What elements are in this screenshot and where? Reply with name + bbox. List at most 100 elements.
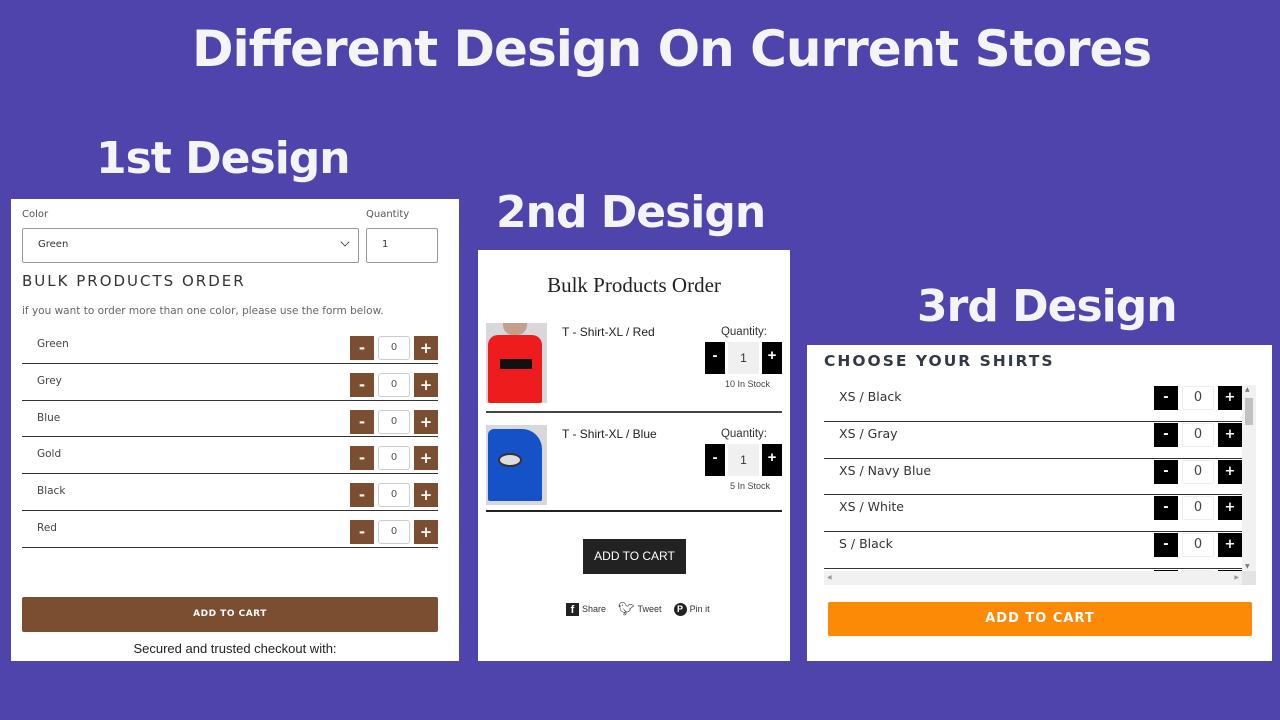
product-name: T - Shirt-XL / Blue [562,427,657,441]
increment-button[interactable]: + [762,444,782,476]
design3-heading: 3rd Design [917,281,1178,332]
shirt-print [498,453,522,467]
quantity-stepper: - 0 + [1154,459,1242,484]
shirt-print [500,359,532,369]
decrement-button[interactable]: - [350,372,374,397]
quantity-stepper: - 0 + [1154,422,1242,447]
quantity-stepper: - 0 + [350,372,438,397]
decrement-button[interactable]: - [350,336,374,360]
red-shirt-icon [488,335,542,403]
bulk-order-title: Bulk Products Order [547,273,721,297]
quantity-field[interactable]: 0 [1182,386,1214,410]
increment-button[interactable]: + [414,446,438,471]
increment-button[interactable]: + [414,519,438,544]
decrement-button[interactable]: - [1154,386,1178,410]
product-image[interactable] [486,323,547,403]
scrollbar-thumb[interactable] [1245,398,1253,425]
list-item: Green - 0 + [22,327,438,364]
quantity-stepper: - 1 + [705,342,782,374]
quantity-field[interactable]: 0 [378,446,410,471]
tweet-button[interactable]: 🐦︎ Tweet [618,601,662,617]
quantity-field[interactable]: 0 [1182,533,1214,558]
increment-button[interactable]: + [414,336,438,360]
share-button[interactable]: f Share [566,602,606,616]
decrement-button[interactable]: - [1154,496,1178,521]
design3-panel: CHOOSE YOUR SHIRTS XS / Black - 0 + XS /… [807,345,1272,661]
variant-name: XS / Black [839,389,902,404]
decrement-button[interactable]: - [1154,459,1178,484]
increment-button[interactable]: + [1218,422,1242,447]
scroll-left-icon[interactable]: ◀ [827,574,832,581]
add-to-cart-button[interactable]: ADD TO CART [22,597,438,632]
color-name: Black [37,485,66,498]
quantity-stepper: - 0 + [350,483,438,508]
decrement-button[interactable]: - [350,409,374,434]
variant-name: XS / White [839,499,905,515]
quantity-field[interactable]: 0 [378,336,410,360]
quantity-field[interactable]: 0 [1182,496,1214,521]
choose-shirts-title: CHOOSE YOUR SHIRTS [824,352,1055,370]
increment-button[interactable]: + [414,483,438,508]
quantity-field[interactable]: 0 [378,519,410,544]
quantity-field[interactable]: 1 [728,342,759,374]
quantity-input[interactable]: 1 [366,228,438,263]
social-share: f Share 🐦︎ Tweet P Pin it [566,601,710,617]
quantity-field[interactable]: 1 [728,444,759,476]
quantity-label: Quantity [366,209,410,220]
design2-heading: 2nd Design [496,187,766,238]
increment-button[interactable]: + [1218,533,1242,558]
scroll-right-icon[interactable]: ▶ [1234,574,1239,581]
list-item: XS / Navy Blue - 0 + [824,459,1242,496]
decrement-button[interactable]: - [1154,533,1178,558]
increment-button[interactable]: + [414,372,438,397]
product-item: T - Shirt-XL / Red Quantity: - 1 + 10 In… [486,323,782,413]
list-item: S / Black - 0 + [824,532,1242,569]
design1-heading: 1st Design [96,133,351,184]
shirt-list-scroll[interactable]: XS / Black - 0 + XS / Gray - 0 + XS / Na… [824,385,1256,585]
quantity-stepper: - 0 + [350,446,438,471]
quantity-stepper: - 0 + [1154,496,1242,521]
blue-shirt-icon [488,429,542,501]
add-to-cart-button[interactable]: ADD TO CART [828,602,1252,636]
color-name: Red [37,521,57,534]
facebook-icon: f [566,602,579,616]
increment-button[interactable]: + [1218,496,1242,521]
quantity-field[interactable]: 0 [378,372,410,397]
decrement-button[interactable]: - [705,342,725,374]
color-name: Blue [37,411,61,424]
decrement-button[interactable]: - [705,444,725,476]
pin-button[interactable]: P Pin it [673,602,710,616]
quantity-field[interactable]: 0 [378,483,410,508]
decrement-button[interactable]: - [350,519,374,544]
decrement-button[interactable]: - [350,483,374,508]
quantity-stepper: - 0 + [350,409,438,434]
quantity-field[interactable]: 0 [378,409,410,434]
chevron-down-icon [340,237,350,247]
quantity-stepper: - 1 + [705,444,782,476]
add-to-cart-button[interactable]: ADD TO CART [583,539,686,574]
variant-name: S / Black [839,536,893,552]
quantity-field[interactable]: 0 [1182,422,1214,447]
increment-button[interactable]: + [1218,386,1242,410]
increment-button[interactable]: + [414,409,438,434]
scroll-up-icon[interactable]: ▲ [1245,386,1250,393]
product-image[interactable] [486,425,547,505]
decrement-button[interactable]: - [350,446,374,471]
color-label: Color [22,209,49,220]
decrement-button[interactable]: - [1154,422,1178,447]
bulk-order-hint: if you want to order more than one color… [22,305,384,317]
increment-button[interactable]: + [1218,459,1242,484]
list-item: Blue - 0 + [22,401,438,438]
list-item: Gold - 0 + [22,437,438,475]
increment-button[interactable]: + [762,342,782,374]
horizontal-scrollbar[interactable]: ◀ ▶ [824,571,1242,585]
vertical-scrollbar[interactable]: ▲ ▼ [1242,385,1256,571]
color-select[interactable]: Green [22,228,359,263]
model-head [503,323,527,335]
quantity-field[interactable]: 0 [1182,459,1214,484]
product-name: T - Shirt-XL / Red [562,325,655,339]
shirt-rows: XS / Black - 0 + XS / Gray - 0 + XS / Na… [824,385,1242,585]
list-item: XS / Black - 0 + [824,385,1242,422]
product-item: T - Shirt-XL / Blue Quantity: - 1 + 5 In… [486,425,782,512]
scroll-down-icon[interactable]: ▼ [1245,563,1250,570]
